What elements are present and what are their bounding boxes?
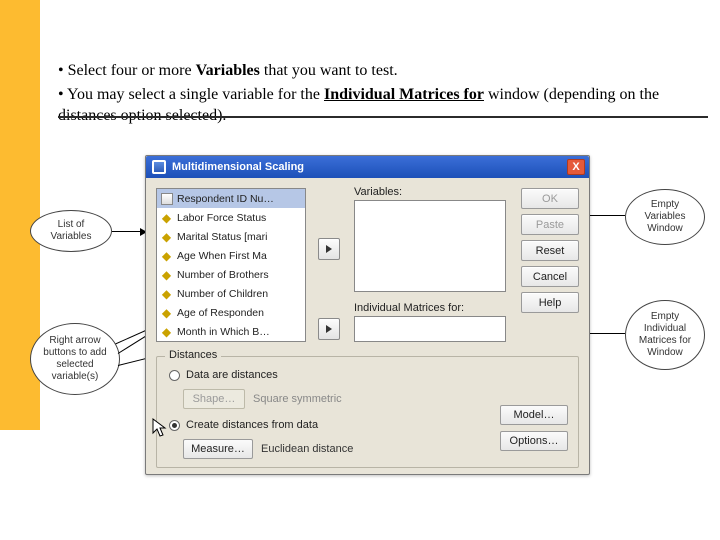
measure-value: Euclidean distance bbox=[261, 443, 353, 455]
button-column: OK Paste Reset Cancel Help bbox=[521, 188, 579, 318]
group-label: Distances bbox=[165, 349, 221, 361]
nominal-icon: ◆ bbox=[160, 287, 173, 300]
bubble-list-of-variables: List of Variables bbox=[30, 210, 112, 252]
list-item[interactable]: Respondent ID Nu… bbox=[157, 189, 305, 208]
transfer-variables-button[interactable] bbox=[318, 238, 340, 260]
model-button[interactable]: Model… bbox=[500, 405, 568, 425]
app-icon bbox=[152, 160, 166, 174]
scale-icon bbox=[160, 192, 173, 205]
list-item[interactable]: ◆Month in Which B… bbox=[157, 322, 305, 341]
instruction-text: • Select four or more Variables that you… bbox=[58, 60, 700, 129]
help-button[interactable]: Help bbox=[521, 292, 579, 313]
shape-button: Shape… bbox=[183, 389, 245, 409]
dialog-title: Multidimensional Scaling bbox=[172, 161, 304, 173]
indiv-target[interactable] bbox=[354, 316, 506, 342]
transfer-indiv-button[interactable] bbox=[318, 318, 340, 340]
list-item[interactable]: ◆Age of Responden bbox=[157, 303, 305, 322]
bubble-empty-indiv: Empty Individual Matrices for Window bbox=[625, 300, 705, 370]
list-item[interactable]: ◆Marital Status [mari bbox=[157, 227, 305, 246]
list-item[interactable]: ◆Labor Force Status bbox=[157, 208, 305, 227]
options-button[interactable]: Options… bbox=[500, 431, 568, 451]
cursor-icon bbox=[152, 418, 168, 438]
indiv-label: Individual Matrices for: bbox=[354, 302, 464, 314]
nominal-icon: ◆ bbox=[160, 249, 173, 262]
dialog-multidimensional-scaling: Multidimensional Scaling X Respondent ID… bbox=[145, 155, 590, 475]
list-item[interactable]: ◆Number of Brothers bbox=[157, 265, 305, 284]
variables-target[interactable] bbox=[354, 200, 506, 292]
variables-label: Variables: bbox=[354, 186, 402, 198]
variable-list[interactable]: Respondent ID Nu… ◆Labor Force Status ◆M… bbox=[156, 188, 306, 342]
nominal-icon: ◆ bbox=[160, 230, 173, 243]
list-item[interactable]: ◆Age When First Ma bbox=[157, 246, 305, 265]
paste-button[interactable]: Paste bbox=[521, 214, 579, 235]
cancel-button[interactable]: Cancel bbox=[521, 266, 579, 287]
list-item[interactable]: ◆Number of Children bbox=[157, 284, 305, 303]
nominal-icon: ◆ bbox=[160, 211, 173, 224]
titlebar[interactable]: Multidimensional Scaling X bbox=[146, 156, 589, 178]
radio-create-distances[interactable]: Create distances from data bbox=[169, 419, 318, 431]
distances-group: Distances Data are distances Shape… Squa… bbox=[156, 356, 579, 468]
shape-value: Square symmetric bbox=[253, 393, 342, 405]
bubble-right-arrow: Right arrow buttons to add selected vari… bbox=[30, 323, 120, 395]
bubble-empty-variables: Empty Variables Window bbox=[625, 189, 705, 245]
nominal-icon: ◆ bbox=[160, 268, 173, 281]
measure-button[interactable]: Measure… bbox=[183, 439, 253, 459]
reset-button[interactable]: Reset bbox=[521, 240, 579, 261]
radio-data-are-distances[interactable]: Data are distances bbox=[169, 369, 278, 381]
ok-button[interactable]: OK bbox=[521, 188, 579, 209]
nominal-icon: ◆ bbox=[160, 306, 173, 319]
nominal-icon: ◆ bbox=[160, 325, 173, 338]
close-icon[interactable]: X bbox=[567, 159, 585, 175]
